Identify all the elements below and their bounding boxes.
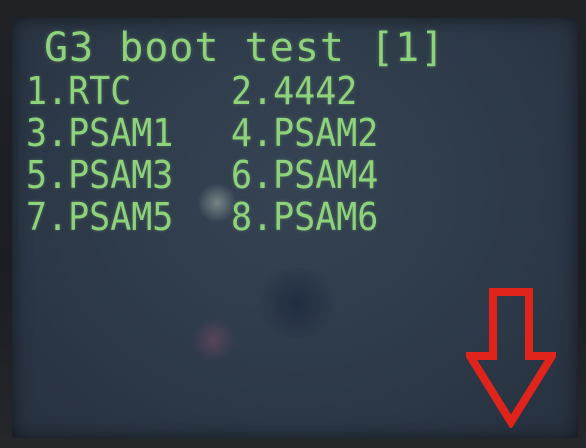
menu-item-psam1[interactable]: 3.PSAM1: [26, 112, 215, 154]
down-arrow-icon: [466, 288, 556, 428]
screen-title: G3 boot test [1]: [44, 25, 446, 71]
lcd-screen: G3 boot test [1] 1.RTC 2.4442 3.PSAM1 4.…: [12, 18, 578, 438]
menu-grid: 1.RTC 2.4442 3.PSAM1 4.PSAM2 5.PSAM3 6.P…: [26, 70, 445, 238]
menu-item-4442[interactable]: 2.4442: [231, 70, 415, 112]
menu-item-psam2[interactable]: 4.PSAM2: [231, 112, 415, 154]
boot-menu: G3 boot test [1] 1.RTC 2.4442 3.PSAM1 4.…: [26, 28, 445, 238]
menu-item-psam6[interactable]: 8.PSAM6: [231, 196, 415, 238]
menu-item-psam3[interactable]: 5.PSAM3: [26, 154, 215, 196]
device-frame: G3 boot test [1] 1.RTC 2.4442 3.PSAM1 4.…: [0, 0, 586, 448]
screen-reflection-red: [192, 318, 236, 362]
menu-item-psam4[interactable]: 6.PSAM4: [231, 154, 415, 196]
menu-item-rtc[interactable]: 1.RTC: [26, 70, 215, 112]
menu-item-psam5[interactable]: 7.PSAM5: [26, 196, 215, 238]
screen-reflection: [252, 268, 342, 338]
